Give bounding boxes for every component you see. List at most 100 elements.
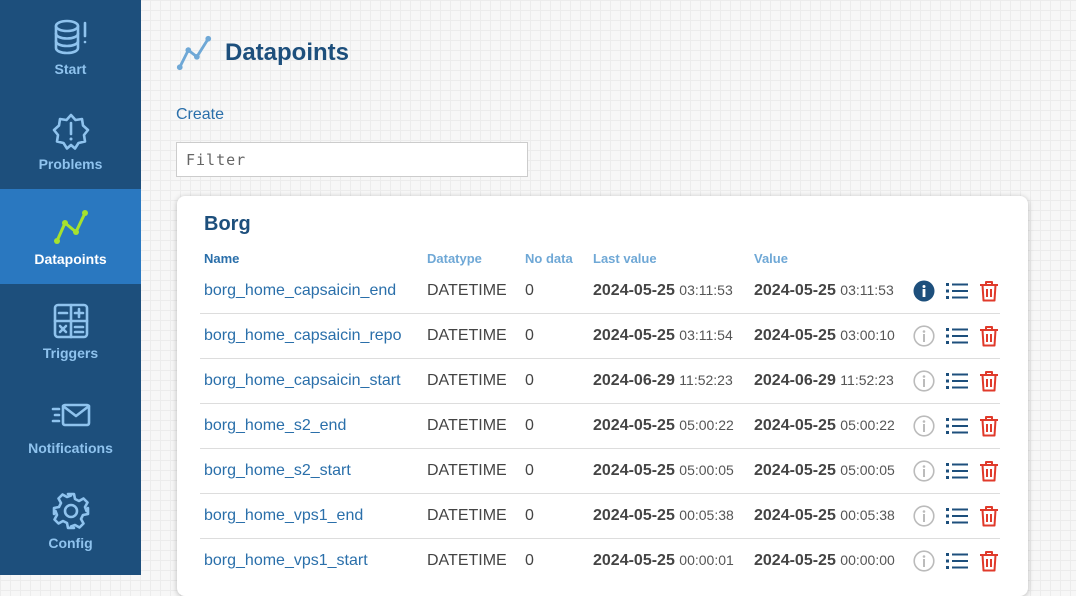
value-time: 03:11:53 [840,282,894,298]
datapoint-name[interactable]: borg_home_s2_end [204,417,346,434]
sidebar-item-start[interactable]: Start [0,0,141,95]
sidebar: Start Problems Datapoints Triggers Notif… [0,0,141,575]
value-cell: 2024-05-25 00:00:00 [750,539,909,584]
actions-cell [909,358,1000,404]
last-value-time: 05:00:22 [679,417,734,433]
info-filled-icon[interactable] [913,280,935,302]
nodata-cell: 0 [521,358,589,404]
value-date: 2024-05-25 [754,507,836,524]
trash-icon[interactable] [979,550,999,572]
trash-icon[interactable] [979,280,999,302]
list-icon[interactable] [945,280,969,302]
calculator-icon [53,304,88,339]
last-value-date: 2024-06-29 [593,372,675,389]
datapoint-name-link[interactable]: borg_home_s2_start [200,448,423,494]
info-icon[interactable] [913,550,935,572]
list-icon[interactable] [945,505,969,527]
info-icon[interactable] [913,325,935,347]
column-header-actions [909,246,1000,269]
info-icon[interactable] [913,415,935,437]
datapoint-name[interactable]: borg_home_capsaicin_start [204,372,401,389]
chart-line-icon [53,209,88,244]
info-icon[interactable] [913,460,935,482]
sidebar-item-config[interactable]: Config [0,473,141,568]
last-value-date: 2024-05-25 [593,552,675,569]
last-value-time: 03:11:54 [679,327,733,343]
actions-cell [909,403,1000,449]
datapoint-name[interactable]: borg_home_capsaicin_repo [204,327,401,344]
last-value-cell: 2024-06-29 11:52:23 [589,358,750,404]
list-icon[interactable] [945,550,969,572]
last-value-date: 2024-05-25 [593,507,675,524]
column-header-datatype: Datatype [427,250,482,266]
actions-cell [909,448,1000,494]
last-value-time: 05:00:05 [679,462,734,478]
column-header-value: Value [754,250,788,266]
table-row: borg_home_capsaicin_end DATETIME 0 2024-05-… [200,269,1000,314]
datapoint-name-link[interactable]: borg_home_s2_end [200,403,423,449]
list-icon[interactable] [945,370,969,392]
database-alert-icon [54,20,86,55]
table-header-row: Name Datatype No data Last value Value [200,246,1000,269]
sidebar-item-triggers[interactable]: Triggers [0,284,141,379]
value-date: 2024-06-29 [754,372,836,389]
datapoint-name[interactable]: borg_home_vps1_end [204,507,363,524]
datapoint-name-link[interactable]: borg_home_capsaicin_repo [200,313,423,359]
trash-icon[interactable] [979,325,999,347]
nodata-cell: 0 [521,448,589,494]
trash-icon[interactable] [979,370,999,392]
sidebar-item-datapoints[interactable]: Datapoints [0,189,141,285]
info-icon[interactable] [913,370,935,392]
datapoint-name-link[interactable]: borg_home_vps1_end [200,493,423,539]
datapoint-name-link[interactable]: borg_home_capsaicin_end [200,269,423,314]
table-row: borg_home_vps1_end DATETIME 0 2024-05-25 00… [200,493,1000,539]
column-header-nodata: No data [525,250,573,266]
datatype-cell: DATETIME [423,269,521,314]
sidebar-item-notifications[interactable]: Notifications [0,379,141,474]
filter-input[interactable] [176,142,528,177]
trash-icon[interactable] [979,505,999,527]
info-icon[interactable] [913,505,935,527]
last-value-time: 00:05:38 [679,507,734,523]
value-cell: 2024-05-25 00:05:38 [750,493,909,539]
nodata-cell: 0 [521,403,589,449]
chart-line-icon [176,35,212,71]
main-content: Datapoints Create Borg Name Datatype No … [141,0,1076,596]
sidebar-item-problems[interactable]: Problems [0,95,141,190]
datapoint-name-link[interactable]: borg_home_capsaicin_start [200,358,423,404]
trash-icon[interactable] [979,415,999,437]
last-value-cell: 2024-05-25 05:00:05 [589,448,750,494]
value-time: 11:52:23 [840,372,894,388]
datatype-cell: DATETIME [423,448,521,494]
datatype-cell: DATETIME [423,358,521,404]
value-date: 2024-05-25 [754,282,836,299]
nodata-cell: 0 [521,313,589,359]
datapoint-name[interactable]: borg_home_vps1_start [204,552,368,569]
create-link[interactable]: Create [176,106,224,124]
trash-icon[interactable] [979,460,999,482]
actions-cell [909,493,1000,539]
value-cell: 2024-05-25 05:00:05 [750,448,909,494]
column-header-last-value: Last value [593,250,657,266]
last-value-date: 2024-05-25 [593,282,675,299]
value-time: 00:00:00 [840,552,895,568]
table-row: borg_home_capsaicin_repo DATETIME 0 2024-05… [200,313,1000,359]
value-date: 2024-05-25 [754,552,836,569]
sidebar-item-label: Start [54,61,87,78]
value-time: 03:00:10 [840,327,895,343]
last-value-date: 2024-05-25 [593,417,675,434]
sidebar-item-label: Datapoints [34,250,107,267]
value-cell: 2024-05-25 05:00:22 [750,403,909,449]
list-icon[interactable] [945,460,969,482]
datapoint-name[interactable]: borg_home_capsaicin_end [204,282,396,299]
last-value-cell: 2024-05-25 00:00:01 [589,539,750,584]
datapoint-name[interactable]: borg_home_s2_start [204,462,351,479]
datapoint-name-link[interactable]: borg_home_vps1_start [200,539,423,584]
nodata-cell: 0 [525,552,534,569]
list-icon[interactable] [945,325,969,347]
table-row: borg_home_s2_start DATETIME 0 2024-05-25 05… [200,448,1000,494]
actions-cell [909,269,1000,314]
datatype-cell: DATETIME [427,552,507,569]
table-row: borg_home_s2_end DATETIME 0 2024-05-25 05:0… [200,403,1000,449]
list-icon[interactable] [945,415,969,437]
